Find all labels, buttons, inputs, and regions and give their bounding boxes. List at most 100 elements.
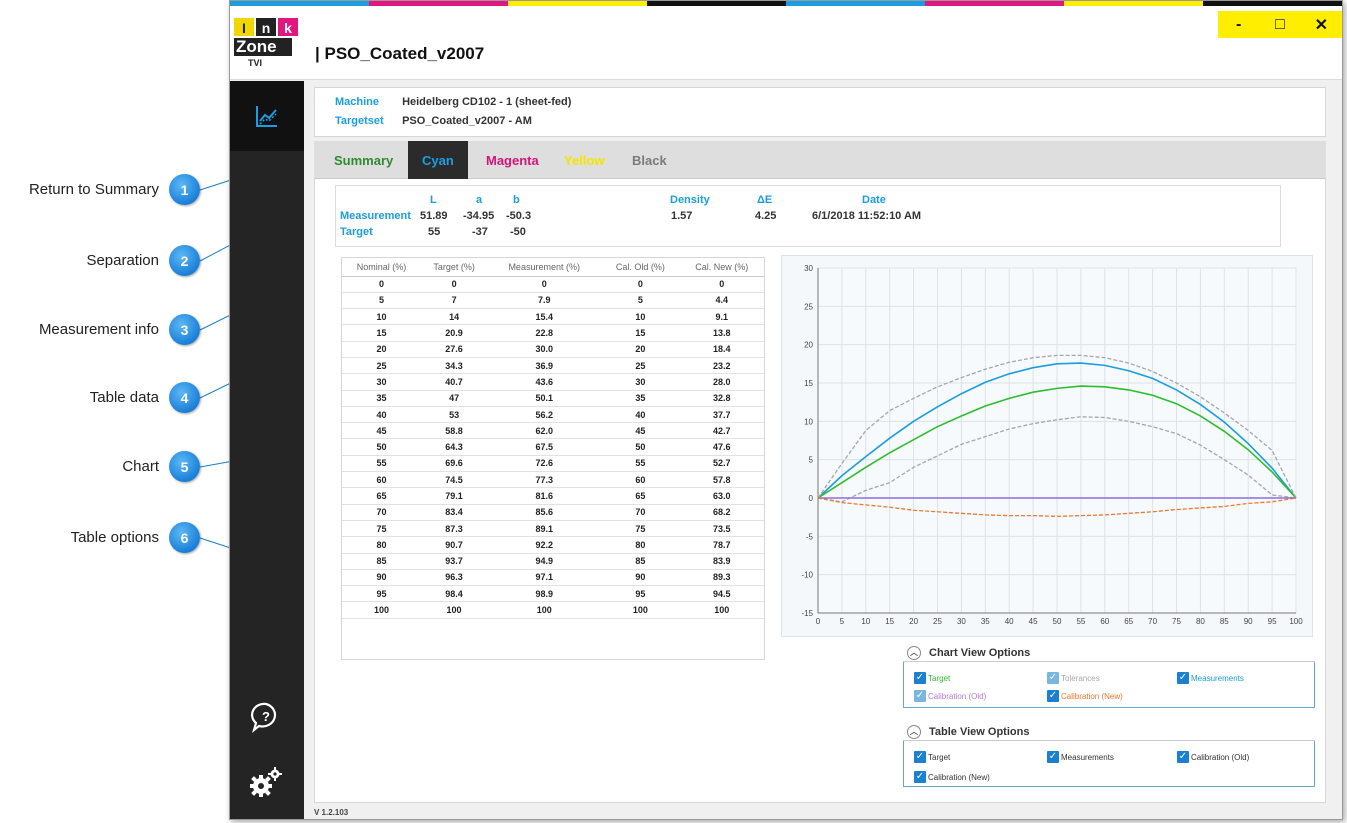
tab-label: Magenta (486, 152, 539, 168)
x-tick-label: 60 (1100, 617, 1109, 626)
table-options-body: ✓ Target ✓ Measurements ✓ Calibration (Old)… (903, 741, 1315, 787)
chart-options-header[interactable]: ︿ Chart View Options (903, 644, 1315, 662)
table-cell: 37.7 (679, 406, 764, 424)
checkbox-check-icon[interactable]: ✓ (1047, 672, 1059, 684)
x-tick-label: 50 (1053, 617, 1062, 626)
table-row: 55 69.6 72.6 55 52.7 (342, 455, 764, 473)
checkbox-check-icon[interactable]: ✓ (914, 672, 926, 684)
title-bar: I n k Zone TVI | PSO_Coated_v2007 - □ ✕ (230, 6, 1342, 80)
table-cell: 30.0 (487, 341, 602, 358)
table-row: 80 90.7 92.2 80 78.7 (342, 536, 764, 554)
settings-button[interactable] (248, 767, 284, 804)
table-cell: 23.2 (679, 357, 764, 375)
svg-text:?: ? (262, 709, 270, 724)
table-cell: 89.1 (487, 520, 602, 538)
chart-option-calibration-old[interactable]: ✓ Calibration (Old) (914, 690, 986, 702)
y-tick-label: 0 (809, 494, 814, 503)
measurement-density: 1.57 (671, 210, 693, 222)
table-cell: 98.9 (487, 585, 602, 603)
x-tick-label: 0 (816, 617, 821, 626)
x-tick-label: 55 (1076, 617, 1085, 626)
table-cell: 52.7 (679, 455, 764, 473)
chevron-up-icon[interactable]: ︿ (907, 724, 921, 739)
table-cell: 4.4 (679, 292, 764, 310)
table-row: 40 53 56.2 40 37.7 (342, 406, 764, 424)
callout-return-to-summary: Return to Summary 1 (0, 174, 201, 206)
table-option-calibration-old[interactable]: ✓ Calibration (Old) (1177, 751, 1249, 763)
x-tick-label: 95 (1268, 617, 1277, 626)
checkbox-check-icon[interactable]: ✓ (914, 690, 926, 702)
y-tick-label: 25 (804, 302, 813, 311)
table-cell: 10 (601, 308, 680, 326)
table-option-target[interactable]: ✓ Target (914, 751, 950, 763)
table-cell: 89.3 (679, 569, 764, 587)
table-cell: 56.2 (487, 406, 602, 424)
checkbox-check-icon[interactable]: ✓ (1177, 672, 1189, 684)
table-cell: 18.4 (679, 341, 764, 358)
table-cell: 58.8 (420, 422, 488, 440)
checkbox-check-icon[interactable]: ✓ (914, 771, 926, 783)
table-row: 10 14 15.4 10 9.1 (342, 308, 764, 326)
table-cell: 15 (601, 324, 680, 342)
checkbox-check-icon[interactable]: ✓ (914, 751, 926, 763)
machine-label: Machine (335, 96, 380, 108)
header-b: b (513, 194, 520, 206)
table-cell: 30 (601, 373, 680, 391)
chart-view-options: ︿ Chart View Options ✓ Target ✓ Tolerances… (903, 644, 1315, 708)
x-tick-label: 80 (1196, 617, 1205, 626)
checkbox-check-icon[interactable]: ✓ (1047, 751, 1059, 763)
chart-option-tolerances[interactable]: ✓ Tolerances (1047, 672, 1100, 684)
table-option-measurements[interactable]: ✓ Measurements (1047, 751, 1114, 763)
checkbox-check-icon[interactable]: ✓ (1177, 751, 1189, 763)
help-button[interactable]: ? (250, 701, 282, 738)
sidebar-item-tvi[interactable] (230, 81, 304, 151)
callout-number: 1 (169, 174, 200, 205)
table-option-calibration-new[interactable]: ✓ Calibration (New) (914, 771, 990, 783)
chart-option-measurements[interactable]: ✓ Measurements (1177, 672, 1244, 684)
checkbox-check-icon[interactable]: ✓ (1047, 690, 1059, 702)
callout-measurement-info: Measurement info 3 (0, 314, 201, 346)
tab-cyan[interactable]: Cyan (408, 141, 468, 179)
chevron-up-icon[interactable]: ︿ (907, 645, 921, 660)
table-header-cell: Target (%) (420, 258, 488, 277)
chart-option-calibration-new[interactable]: ✓ Calibration (New) (1047, 690, 1123, 702)
chart-option-target[interactable]: ✓ Target (914, 672, 950, 684)
maximize-button[interactable]: □ (1265, 16, 1295, 34)
logo-letter: k (278, 18, 298, 36)
minimize-button[interactable]: - (1224, 16, 1254, 34)
table-cell: 5 (342, 292, 421, 310)
tab-magenta[interactable]: Magenta (474, 141, 551, 179)
option-label: Target (928, 752, 951, 762)
tab-yellow[interactable]: Yellow (552, 141, 616, 179)
table-cell: 15 (342, 324, 421, 342)
callout-separation: Separation 2 (0, 245, 201, 277)
table-header-cell: Measurement (%) (487, 258, 602, 277)
table-cell: 14 (420, 308, 488, 326)
table-cell: 85.6 (487, 504, 602, 521)
table-cell: 0 (679, 276, 764, 293)
x-tick-label: 10 (861, 617, 870, 626)
table-cell: 67.5 (487, 438, 602, 456)
table-cell: 62.0 (487, 422, 602, 440)
table-cell: 77.3 (487, 471, 602, 489)
table-row: 75 87.3 89.1 75 73.5 (342, 520, 764, 538)
x-tick-label: 75 (1172, 617, 1181, 626)
close-button[interactable]: ✕ (1306, 15, 1336, 35)
callout-number: 4 (169, 382, 200, 413)
tab-black[interactable]: Black (620, 141, 679, 179)
x-tick-label: 85 (1220, 617, 1229, 626)
table-cell: 45 (342, 422, 421, 440)
x-tick-label: 25 (933, 617, 942, 626)
table-cell: 83.4 (420, 504, 488, 521)
y-tick-label: 10 (804, 417, 813, 426)
header-delta-e: ΔE (757, 194, 773, 206)
machine-row: Machine Heidelberg CD102 - 1 (sheet-fed) (335, 96, 571, 108)
table-cell: 40 (601, 406, 680, 424)
table-cell: 7.9 (487, 292, 602, 310)
table-cell: 80 (601, 536, 680, 554)
table-row: 60 74.5 77.3 60 57.8 (342, 471, 764, 489)
table-options-header[interactable]: ︿ Table View Options (903, 723, 1315, 741)
tab-summary[interactable]: Summary (322, 141, 405, 179)
table-cell: 95 (601, 585, 680, 603)
table-cell: 7 (420, 292, 488, 310)
